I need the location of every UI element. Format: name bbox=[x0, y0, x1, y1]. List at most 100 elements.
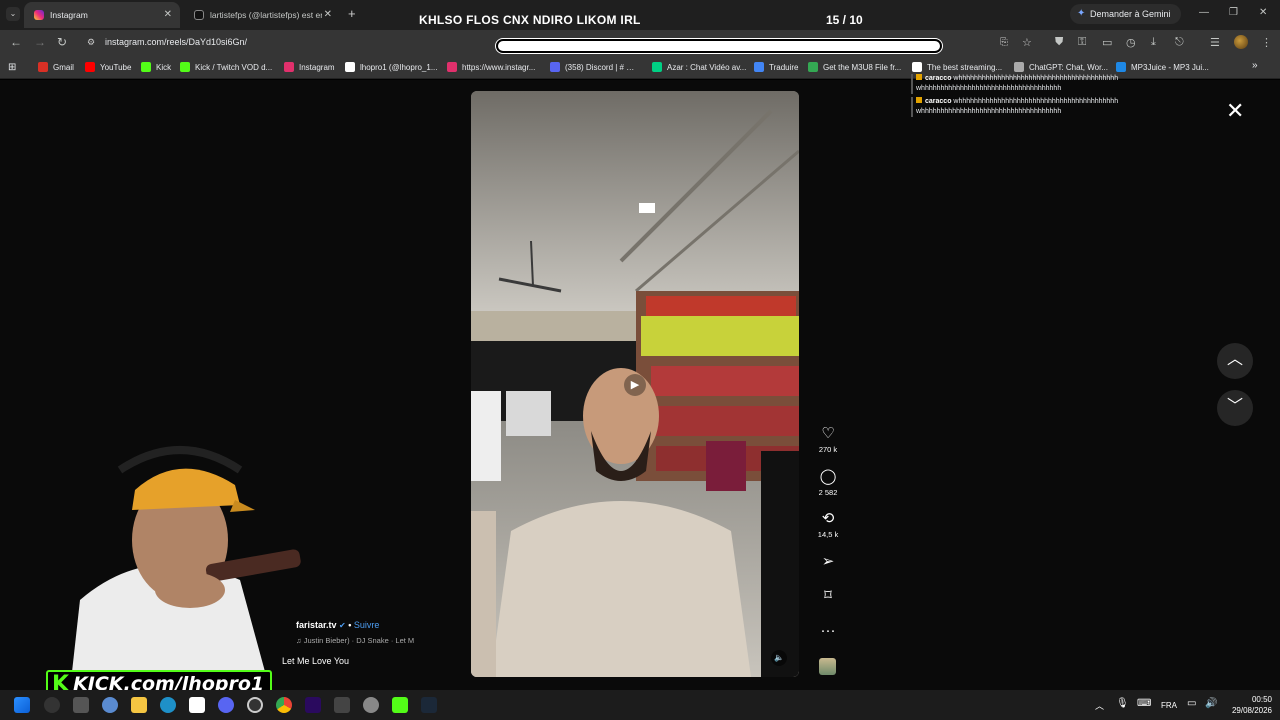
discord-icon bbox=[550, 62, 560, 72]
profile-avatar[interactable] bbox=[1234, 35, 1248, 49]
steam-icon[interactable] bbox=[421, 697, 437, 713]
tiktok-icon bbox=[194, 10, 204, 20]
close-icon[interactable]: ✕ bbox=[1226, 98, 1244, 124]
tab-tiktok[interactable]: lartistefps (@lartistefps) est en ✕ bbox=[184, 2, 340, 28]
bookmark-traduire[interactable]: Traduire bbox=[754, 62, 799, 72]
gemini-button[interactable]: ✦ Demander à Gemini bbox=[1070, 4, 1181, 24]
bookmarks-overflow-icon[interactable]: » bbox=[1252, 60, 1258, 71]
history-icon[interactable]: ◷ bbox=[1126, 36, 1136, 49]
tab-label: Instagram bbox=[50, 10, 88, 20]
reel-music[interactable]: ♫ Justin Bieber) · DJ Snake · Let M bbox=[296, 636, 414, 645]
play-icon[interactable]: ▶ bbox=[624, 374, 646, 396]
share-icon[interactable]: ⎋ bbox=[1175, 36, 1184, 49]
kick-icon[interactable] bbox=[392, 697, 408, 713]
language-indicator[interactable]: FRA bbox=[1161, 701, 1177, 710]
follow-button[interactable]: Suivre bbox=[354, 620, 380, 630]
store-icon[interactable] bbox=[189, 697, 205, 713]
minimize-button[interactable]: — bbox=[1199, 7, 1209, 18]
download-icon[interactable]: ⤓ bbox=[1151, 36, 1156, 49]
reading-list-icon[interactable]: ☰ bbox=[1210, 36, 1220, 49]
bookmark-tiktok[interactable]: lhopro1 (@lhopro_1... bbox=[345, 62, 438, 72]
settings-icon[interactable] bbox=[102, 697, 118, 713]
install-icon[interactable]: ⎘ bbox=[1000, 37, 1008, 48]
save-button[interactable]: ⌑ bbox=[813, 587, 843, 605]
reload-icon[interactable]: ↻ bbox=[57, 35, 67, 49]
microphone-icon[interactable]: 🎙 bbox=[1116, 698, 1129, 709]
obs-icon[interactable] bbox=[247, 697, 263, 713]
volume-icon[interactable]: 🔊 bbox=[1205, 698, 1217, 709]
star-icon[interactable]: ☆ bbox=[1022, 36, 1032, 49]
card-icon[interactable]: ▭ bbox=[1102, 36, 1112, 49]
translate-icon bbox=[754, 62, 764, 72]
stream-chat: caracco whhhhhhhhhhhhhhhhhhhhhhhhhhhhhhh… bbox=[911, 74, 1141, 120]
tab-label: lartistefps (@lartistefps) est en bbox=[210, 10, 322, 20]
bookmark-m3u8[interactable]: Get the M3U8 File fr... bbox=[808, 62, 901, 72]
bookmark-kick[interactable]: Kick bbox=[141, 62, 171, 72]
search-icon[interactable] bbox=[44, 697, 60, 713]
mute-icon[interactable]: 🔈 bbox=[771, 650, 787, 666]
verified-icon: ✔ bbox=[339, 621, 346, 630]
close-window-button[interactable]: ✕ bbox=[1259, 7, 1267, 18]
author-name[interactable]: faristar.tv bbox=[296, 620, 337, 630]
audio-thumbnail[interactable] bbox=[819, 658, 836, 675]
bookmark-kick-vod[interactable]: Kick / Twitch VOD d... bbox=[180, 62, 272, 72]
chrome-icon[interactable] bbox=[276, 697, 292, 713]
extension-icon[interactable]: ⛊ bbox=[1055, 36, 1063, 49]
menu-icon[interactable]: ⋮ bbox=[1261, 36, 1272, 49]
network-icon[interactable]: ▭ bbox=[1187, 698, 1196, 709]
comment-button[interactable]: ◯ 2 582 bbox=[813, 468, 843, 497]
chat-badge-icon bbox=[916, 74, 922, 80]
address-bar[interactable]: ⚙ instagram.com/reels/DaYd10si6Gn/ ⎘ ☆ bbox=[80, 33, 1032, 53]
bookmark-discord[interactable]: (358) Discord | # … bbox=[550, 62, 634, 72]
bookmark-instagram[interactable]: Instagram bbox=[284, 62, 335, 72]
m3u8-icon bbox=[808, 62, 818, 72]
bookmark-gmail[interactable]: Gmail bbox=[38, 62, 74, 72]
azar-icon bbox=[652, 62, 662, 72]
bookmark-streaming[interactable]: The best streaming... bbox=[912, 62, 1002, 72]
reel-caption: Let Me Love You bbox=[282, 656, 350, 666]
app-icon[interactable] bbox=[363, 697, 379, 713]
bookmark-instagram-url[interactable]: https://www.instagr... bbox=[447, 62, 535, 72]
close-tab-icon[interactable]: ✕ bbox=[164, 9, 172, 20]
bookmark-chatgpt[interactable]: ChatGPT: Chat, Wor... bbox=[1014, 62, 1108, 72]
tab-instagram[interactable]: Instagram ✕ bbox=[24, 2, 180, 28]
stream-overlay-title: KHLSO FLOS CNX NDIRO LIKOM IRL bbox=[419, 13, 641, 27]
bookmark-youtube[interactable]: YouTube bbox=[85, 62, 131, 72]
more-options-button[interactable]: ··· bbox=[813, 622, 843, 640]
next-reel-button[interactable]: ﹀ bbox=[1217, 390, 1253, 426]
mp3juice-icon bbox=[1116, 62, 1126, 72]
restore-button[interactable]: ❐ bbox=[1229, 7, 1238, 18]
task-view-icon[interactable] bbox=[73, 697, 89, 713]
new-tab-button[interactable]: + bbox=[348, 6, 356, 21]
discord-icon[interactable] bbox=[218, 697, 234, 713]
tray-chevron-icon[interactable]: ︿ bbox=[1095, 699, 1104, 712]
password-icon[interactable]: ⚿ bbox=[1078, 36, 1086, 49]
apps-icon[interactable]: ⊞ bbox=[8, 62, 16, 73]
stream-overlay-counter: 15 / 10 bbox=[826, 13, 863, 27]
back-icon[interactable]: ← bbox=[10, 35, 22, 49]
close-tab-icon[interactable]: ✕ bbox=[324, 9, 332, 20]
instagram-icon bbox=[284, 62, 294, 72]
tab-search-icon[interactable]: ⌄ bbox=[6, 7, 20, 21]
youtube-icon bbox=[85, 62, 95, 72]
url-text[interactable]: instagram.com/reels/DaYd10si6Gn/ bbox=[105, 37, 247, 47]
forward-icon[interactable]: → bbox=[34, 35, 46, 49]
keyboard-icon[interactable]: ⌨ bbox=[1137, 698, 1151, 709]
send-icon: ➢ bbox=[821, 553, 835, 570]
premiere-icon[interactable] bbox=[305, 697, 321, 713]
windows-start-icon[interactable] bbox=[14, 697, 30, 713]
site-info-icon[interactable]: ⚙ bbox=[87, 37, 95, 48]
share-button[interactable]: ➢ bbox=[813, 553, 843, 571]
bookmark-mp3juice[interactable]: MP3Juice - MP3 Jui... bbox=[1116, 62, 1209, 72]
like-button[interactable]: ♡ 270 k bbox=[813, 425, 843, 454]
app-icon[interactable] bbox=[334, 697, 350, 713]
edge-icon[interactable] bbox=[160, 697, 176, 713]
previous-reel-button[interactable]: ︿ bbox=[1217, 343, 1253, 379]
taskbar-clock[interactable]: 00:50 29/08/2026 bbox=[1228, 694, 1272, 716]
streamer-webcam bbox=[70, 446, 301, 690]
repost-button[interactable]: ⟲ 14,5 k bbox=[813, 510, 843, 539]
reel-author[interactable]: faristar.tv ✔ • Suivre bbox=[296, 620, 379, 630]
reels-page: 🔈 ▶ ♡ 270 k ◯ 2 582 ⟲ 14,5 k ➢ ⌑ ··· ︿ ﹀… bbox=[0, 74, 1280, 698]
bookmark-azar[interactable]: Azar : Chat Vidéo av... bbox=[652, 62, 746, 72]
file-explorer-icon[interactable] bbox=[131, 697, 147, 713]
